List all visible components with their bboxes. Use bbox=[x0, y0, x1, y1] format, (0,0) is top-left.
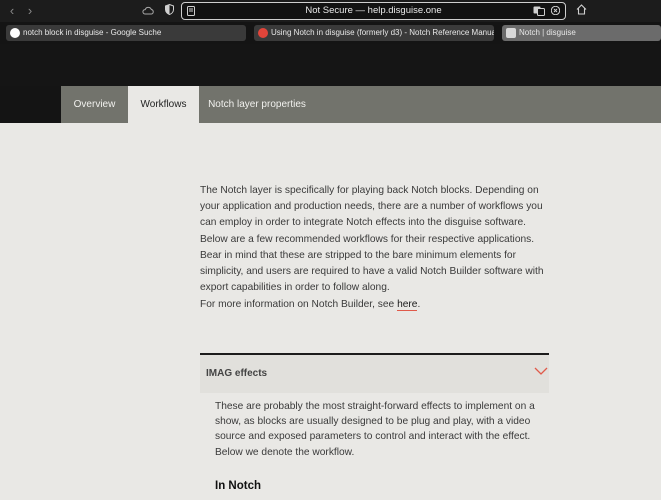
intro-paragraph: The Notch layer is specifically for play… bbox=[200, 185, 544, 294]
back-arrow-icon[interactable]: ‹ bbox=[6, 2, 18, 20]
section-nav: Overview Workflows Notch layer propertie… bbox=[0, 86, 661, 123]
home-icon[interactable] bbox=[574, 2, 588, 20]
notch-builder-link[interactable]: here bbox=[397, 299, 418, 311]
browser-tab-google[interactable]: notch block in disguise - Google Suche bbox=[6, 25, 246, 41]
translate-icon[interactable] bbox=[533, 6, 545, 19]
cloud-icon[interactable] bbox=[141, 2, 155, 20]
shield-icon[interactable] bbox=[163, 2, 175, 20]
browser-toolbar: ‹ › Not Secure — help.disguise.one bbox=[0, 0, 661, 22]
more-info-paragraph: For more information on Notch Builder, s… bbox=[200, 299, 421, 311]
browser-tab-disguise[interactable]: Notch | disguise bbox=[502, 25, 661, 41]
tab-workflows[interactable]: Workflows bbox=[128, 86, 199, 123]
site-header bbox=[0, 44, 661, 86]
main-content: The Notch layer is specifically for play… bbox=[0, 123, 661, 500]
tab-notch-layer-properties[interactable]: Notch layer properties bbox=[199, 86, 315, 123]
accordion-body-text: These are probably the most straight-for… bbox=[215, 401, 535, 458]
tab-label: Using Notch in disguise (formerly d3) - … bbox=[271, 28, 494, 37]
in-notch-heading: In Notch bbox=[215, 480, 261, 492]
close-icon[interactable] bbox=[550, 5, 561, 18]
address-bar[interactable]: Not Secure — help.disguise.one bbox=[181, 2, 566, 20]
browser-tab-notch-manual[interactable]: Using Notch in disguise (formerly d3) - … bbox=[254, 25, 494, 41]
accordion-imag-effects[interactable]: IMAG effects bbox=[200, 355, 549, 393]
chevron-down-icon[interactable] bbox=[533, 363, 549, 379]
more-info-suffix: . bbox=[417, 299, 421, 310]
address-text: Not Secure — help.disguise.one bbox=[305, 5, 442, 16]
notch-favicon-icon bbox=[258, 28, 268, 38]
accordion-title: IMAG effects bbox=[206, 368, 268, 379]
google-favicon-icon bbox=[10, 28, 20, 38]
more-info-text: For more information on Notch Builder, s… bbox=[200, 299, 398, 310]
tab-label: notch block in disguise - Google Suche bbox=[23, 28, 162, 37]
forward-arrow-icon[interactable]: › bbox=[24, 2, 36, 20]
tab-overview[interactable]: Overview bbox=[61, 86, 128, 123]
tab-label: Notch | disguise bbox=[519, 28, 576, 37]
browser-tab-bar: notch block in disguise - Google Suche U… bbox=[0, 22, 661, 44]
disguise-favicon-icon bbox=[506, 28, 516, 38]
